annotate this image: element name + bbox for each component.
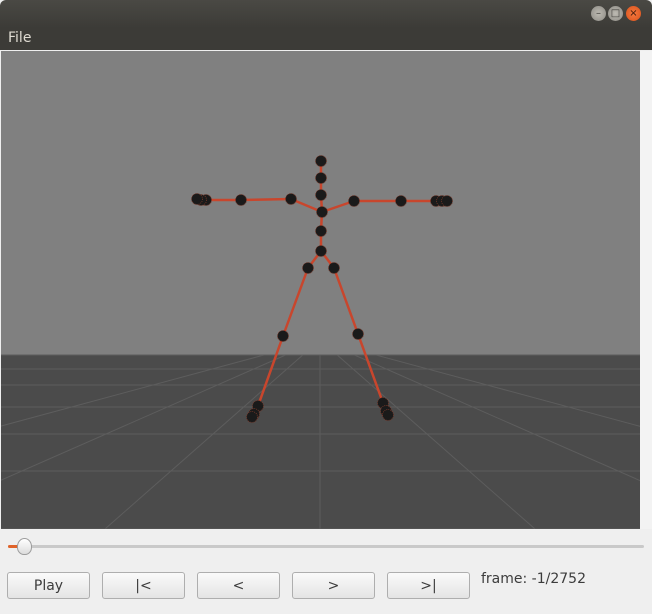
joint-neck [315, 172, 327, 184]
joint-spine [315, 225, 327, 237]
joint-rsh [348, 195, 360, 207]
viewport-edge [640, 51, 652, 529]
joint-lhip [302, 262, 314, 274]
joint-lkn [277, 330, 289, 342]
minimize-icon[interactable]: – [591, 6, 606, 21]
joint-lsh [285, 193, 297, 205]
timeline-slider-track[interactable] [8, 545, 644, 548]
joint-lel [235, 194, 247, 206]
frame-counter: frame: -1/2752 [481, 571, 586, 587]
last-frame-button[interactable]: >| [387, 572, 470, 599]
joint-lh2 [191, 193, 203, 205]
play-button[interactable]: Play [7, 572, 90, 599]
joint-rhip [328, 262, 340, 274]
joint-head [315, 155, 327, 167]
joint-rt2 [382, 409, 394, 421]
joint-sternum [316, 206, 328, 218]
bone [239, 197, 293, 202]
timeline-slider-handle[interactable] [17, 538, 32, 555]
joint-pelvis [315, 245, 327, 257]
first-frame-button[interactable]: |< [102, 572, 185, 599]
joint-rh2 [441, 195, 453, 207]
joint-rkn [352, 328, 364, 340]
joint-chest [315, 189, 327, 201]
previous-frame-button[interactable]: < [197, 572, 280, 599]
joint-rel [395, 195, 407, 207]
joint-lt2 [246, 411, 258, 423]
maximize-icon[interactable]: □ [608, 6, 623, 21]
menu-file[interactable]: File [8, 30, 31, 46]
next-frame-button[interactable]: > [292, 572, 375, 599]
title-bar: – □ × [0, 0, 652, 28]
close-icon[interactable]: × [626, 6, 641, 21]
menu-bar: File [0, 28, 652, 50]
3d-viewport[interactable] [1, 51, 640, 529]
